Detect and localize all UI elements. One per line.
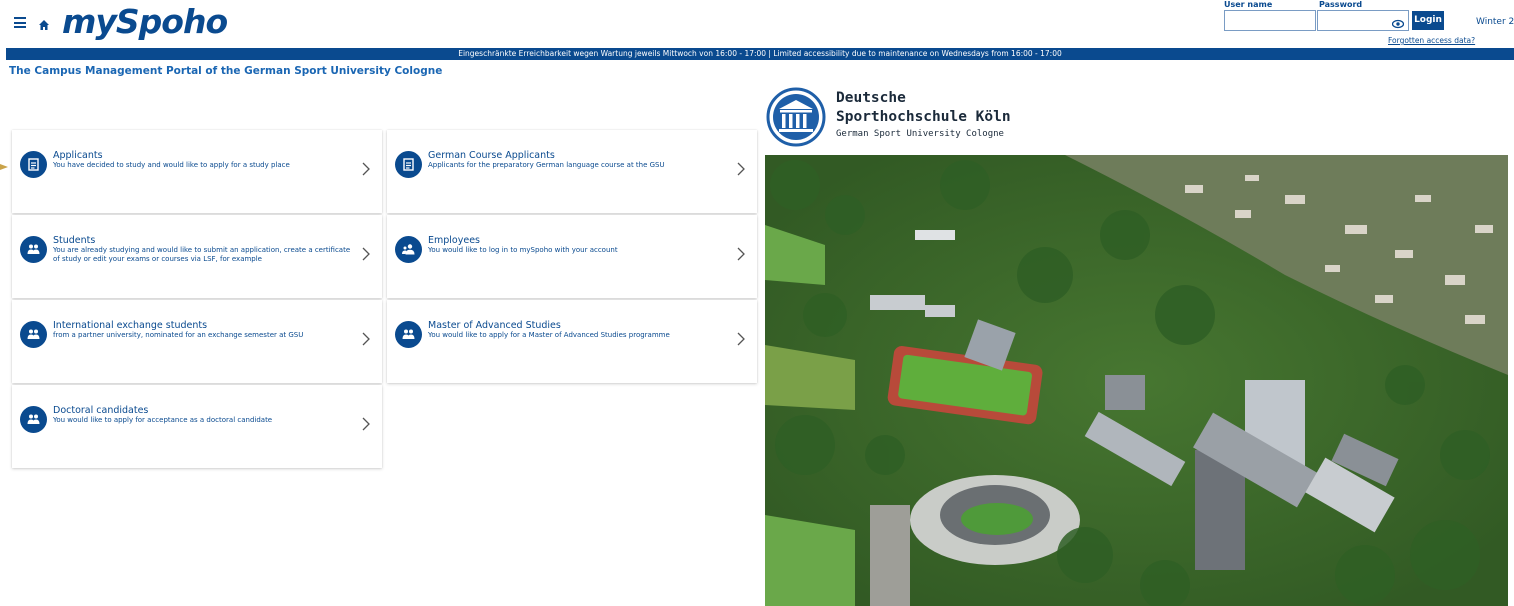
group-icon xyxy=(20,236,47,263)
login-area: User name Password Login Winter 2 Forgot… xyxy=(1222,0,1514,48)
university-name-line3: German Sport University Cologne xyxy=(836,129,1004,139)
caret-marker-icon xyxy=(0,164,8,170)
chevron-right-icon xyxy=(362,247,370,261)
card-title: Students xyxy=(53,235,96,246)
document-icon xyxy=(395,151,422,178)
card-description: You would like to log in to mySpoho with… xyxy=(428,246,618,254)
group-icon xyxy=(20,321,47,348)
card-employees[interactable]: Employees You would like to log in to my… xyxy=(387,215,757,298)
page-subtitle: The Campus Management Portal of the Germ… xyxy=(9,65,443,77)
logo[interactable]: mySpoho xyxy=(62,2,228,41)
card-applicants[interactable]: Applicants You have decided to study and… xyxy=(12,130,382,213)
password-label: Password xyxy=(1319,0,1363,9)
card-title: Doctoral candidates xyxy=(53,405,149,416)
semester-selector[interactable]: Winter 2 xyxy=(1476,17,1514,27)
card-international-exchange-students[interactable]: International exchange students from a p… xyxy=(12,300,382,383)
university-name-line1: Deutsche xyxy=(836,90,906,106)
menu-icon[interactable] xyxy=(14,17,26,28)
forgot-access-link[interactable]: Forgotten access data? xyxy=(1388,36,1475,45)
card-title: International exchange students xyxy=(53,320,208,331)
campus-aerial-photo xyxy=(765,155,1508,606)
card-title: Applicants xyxy=(53,150,103,161)
person-icon xyxy=(395,236,422,263)
card-title: Master of Advanced Studies xyxy=(428,320,561,331)
chevron-right-icon xyxy=(362,332,370,346)
group-icon xyxy=(20,406,47,433)
chevron-right-icon xyxy=(362,162,370,176)
maintenance-banner: Eingeschränkte Erreichbarkeit wegen Wart… xyxy=(6,48,1514,60)
show-password-icon[interactable] xyxy=(1391,15,1405,29)
university-name-line2: Sporthochschule Köln xyxy=(836,109,1011,125)
login-button[interactable]: Login xyxy=(1412,11,1444,30)
username-label: User name xyxy=(1224,0,1273,9)
group-icon xyxy=(395,321,422,348)
university-logo-icon xyxy=(766,87,826,147)
card-description: You would like to apply for acceptance a… xyxy=(53,416,273,424)
chevron-right-icon xyxy=(362,417,370,431)
card-doctoral-candidates[interactable]: Doctoral candidates You would like to ap… xyxy=(12,385,382,468)
document-icon xyxy=(20,151,47,178)
chevron-right-icon xyxy=(737,162,745,176)
card-description: You are already studying and would like … xyxy=(53,246,351,263)
card-master-of-advanced-studies[interactable]: Master of Advanced Studies You would lik… xyxy=(387,300,757,383)
card-description: You have decided to study and would like… xyxy=(53,161,290,169)
card-title: German Course Applicants xyxy=(428,150,555,161)
card-description: Applicants for the preparatory German la… xyxy=(428,161,665,169)
chevron-right-icon xyxy=(737,332,745,346)
card-description: You would like to apply for a Master of … xyxy=(428,331,670,339)
card-german-course-applicants[interactable]: German Course Applicants Applicants for … xyxy=(387,130,757,213)
username-input[interactable] xyxy=(1224,10,1316,31)
home-icon[interactable] xyxy=(38,16,50,30)
card-description: from a partner university, nominated for… xyxy=(53,331,304,339)
card-title: Employees xyxy=(428,235,480,246)
chevron-right-icon xyxy=(737,247,745,261)
header: mySpoho User name Password Login Winter … xyxy=(0,0,1514,48)
card-students[interactable]: Students You are already studying and wo… xyxy=(12,215,382,298)
